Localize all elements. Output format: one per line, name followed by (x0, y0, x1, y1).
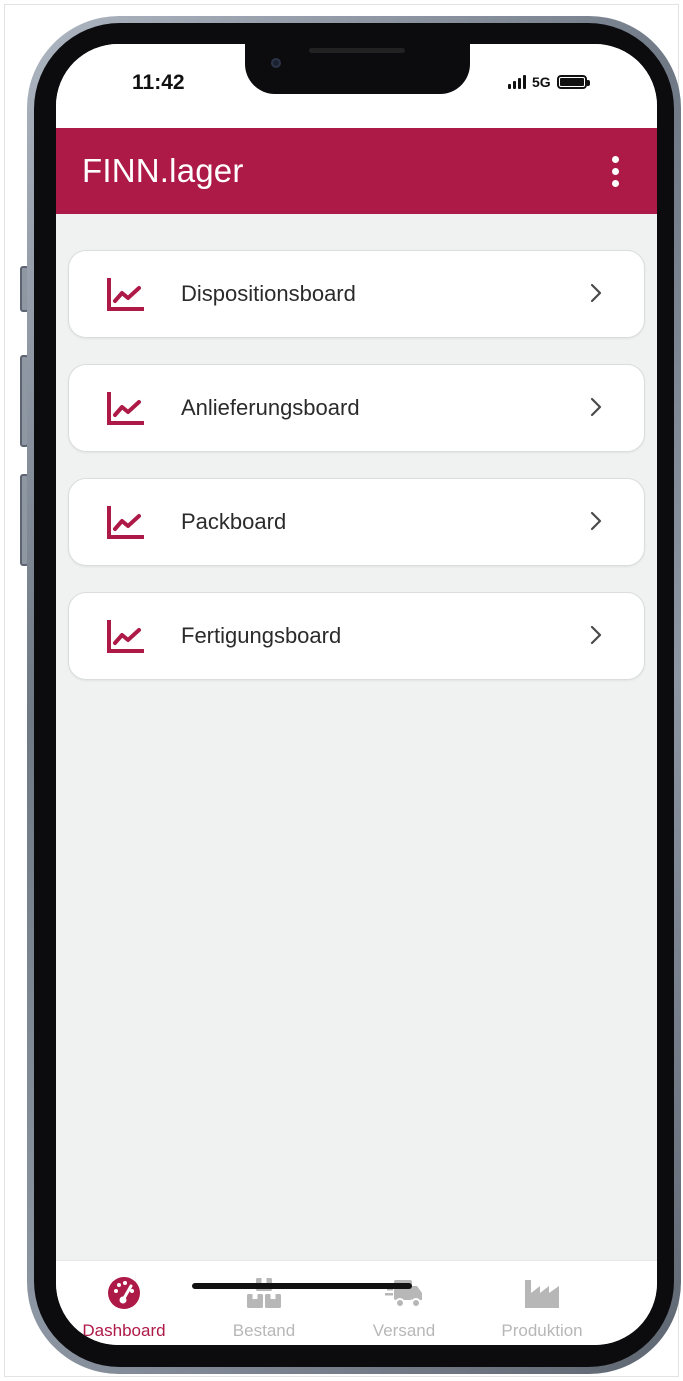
boxes-icon (247, 1278, 281, 1308)
chevron-right-icon (590, 625, 602, 645)
chevron-right-icon (590, 283, 602, 303)
nav-item-produktion[interactable]: Produktion (472, 1261, 612, 1345)
nav-item-versand[interactable]: Versand (334, 1261, 474, 1345)
board-item-dispositionsboard[interactable]: Dispositionsboard (68, 250, 645, 338)
board-item-anlieferungsboard[interactable]: Anlieferungsboard (68, 364, 645, 452)
notch (245, 44, 470, 94)
chevron-right-icon (590, 397, 602, 417)
chevron-right-icon (590, 511, 602, 531)
line-chart-icon (107, 506, 144, 539)
nav-label: Produktion (501, 1321, 583, 1340)
board-label: Packboard (181, 509, 287, 534)
signal-icon (508, 75, 526, 89)
board-item-fertigungsboard[interactable]: Fertigungsboard (68, 592, 645, 680)
line-chart-icon (107, 278, 144, 311)
battery-icon (556, 75, 590, 89)
dashboard-gauge-icon (108, 1277, 140, 1309)
truck-icon (385, 1280, 422, 1308)
line-chart-icon (107, 392, 144, 425)
status-time: 11:42 (132, 71, 185, 94)
app-title: FINN.lager (82, 152, 244, 189)
nav-item-dashboard[interactable]: Dashboard (56, 1261, 194, 1345)
app-bar: FINN.lager (56, 128, 657, 214)
earpiece-speaker (309, 48, 405, 53)
more-vert-icon[interactable] (599, 151, 631, 191)
board-list: Dispositionsboard Anlieferungsboard Pack… (68, 250, 645, 706)
front-camera (271, 58, 281, 68)
board-label: Dispositionsboard (181, 281, 356, 306)
status-indicators: 5G (508, 74, 590, 90)
bottom-navigation: Dashboard Bestand Versand Produktion (56, 1260, 657, 1345)
line-chart-icon (107, 620, 144, 653)
nav-item-bestand[interactable]: Bestand (194, 1261, 334, 1345)
nav-label: Dashboard (82, 1321, 166, 1340)
home-indicator (192, 1283, 412, 1289)
board-label: Fertigungsboard (181, 623, 342, 648)
board-label: Anlieferungsboard (181, 395, 360, 420)
board-item-packboard[interactable]: Packboard (68, 478, 645, 566)
nav-label: Bestand (232, 1321, 296, 1340)
factory-icon (525, 1280, 559, 1308)
network-type: 5G (532, 74, 551, 90)
nav-label: Versand (372, 1321, 436, 1340)
phone-screen: 11:42 5G FINN.lager Dispositionsboard An… (56, 44, 657, 1345)
